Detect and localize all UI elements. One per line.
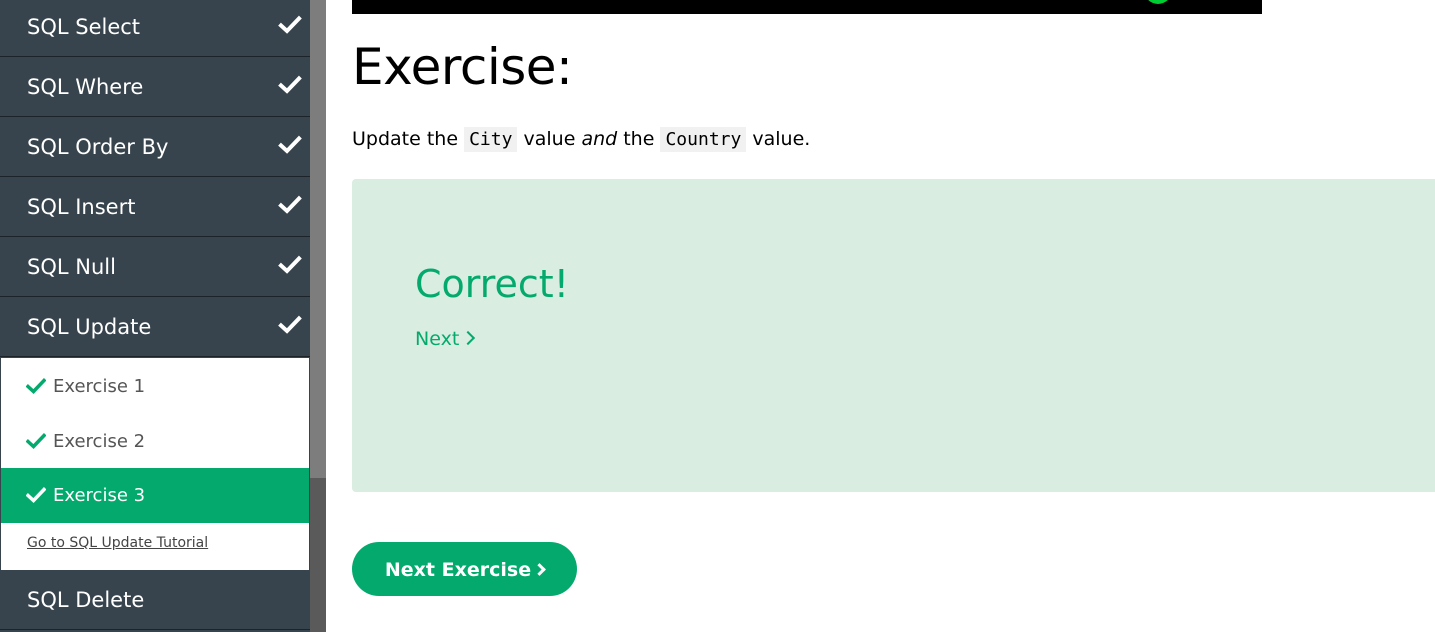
sidebar-item-label: SQL Update: [27, 315, 152, 339]
check-icon: [278, 195, 302, 214]
sidebar-item-label: SQL Delete: [27, 588, 145, 612]
sidebar-item-sql-select[interactable]: SQL Select: [0, 0, 310, 57]
scrollbar-thumb[interactable]: [310, 478, 326, 632]
sidebar-item-label: SQL Insert: [27, 195, 136, 219]
sidebar-item-label: SQL Null: [27, 255, 116, 279]
exercise-label: Exercise 1: [53, 376, 146, 397]
exercise-instructions: Update the City value and the Country va…: [352, 127, 811, 152]
check-icon: [26, 487, 46, 503]
exercise-item-2[interactable]: Exercise 2: [1, 414, 309, 469]
sidebar-item-sql-null[interactable]: SQL Null: [0, 237, 310, 297]
check-icon: [26, 378, 46, 394]
next-link[interactable]: Next: [415, 328, 476, 350]
code-country: Country: [660, 127, 747, 152]
check-icon: [278, 135, 302, 154]
page-title: Exercise:: [352, 38, 573, 96]
sidebar: SQL Select SQL Where SQL Order By SQL In…: [0, 0, 310, 632]
instruction-text: the: [623, 128, 655, 150]
next-exercise-button[interactable]: Next Exercise: [352, 542, 577, 596]
sidebar-item-sql-delete[interactable]: SQL Delete: [0, 570, 310, 630]
exercise-label: Exercise 3: [53, 485, 146, 506]
tutorial-link[interactable]: Go to SQL Update Tutorial: [27, 535, 208, 551]
sidebar-scrollbar[interactable]: [310, 0, 326, 632]
check-icon: [278, 75, 302, 94]
top-banner: [352, 0, 1262, 14]
result-panel: [352, 179, 1435, 492]
exercise-list: Exercise 1 Exercise 2 Exercise 3 Go to S…: [1, 358, 309, 570]
chevron-right-icon: [461, 330, 476, 346]
sidebar-item-sql-order-by[interactable]: SQL Order By: [0, 117, 310, 177]
sidebar-item-sql-where[interactable]: SQL Where: [0, 57, 310, 117]
next-link-label: Next: [415, 328, 460, 350]
sidebar-item-label: SQL Order By: [27, 135, 169, 159]
exercise-label: Exercise 2: [53, 431, 146, 452]
sidebar-item-sql-insert[interactable]: SQL Insert: [0, 177, 310, 237]
exercise-item-3[interactable]: Exercise 3: [1, 468, 309, 523]
sidebar-item-label: SQL Where: [27, 75, 144, 99]
code-city: City: [464, 127, 518, 152]
instruction-emphasis: and: [581, 128, 618, 150]
check-icon: [278, 255, 302, 274]
chevron-right-icon: [533, 563, 546, 576]
check-icon: [278, 315, 302, 334]
sidebar-item-sql-update[interactable]: SQL Update: [0, 297, 310, 357]
instruction-text: value.: [752, 128, 811, 150]
result-message: Correct!: [415, 262, 569, 306]
sidebar-item-label: SQL Select: [27, 15, 141, 39]
check-icon: [26, 433, 46, 449]
next-exercise-label: Next Exercise: [384, 559, 532, 581]
instruction-text: Update the: [352, 128, 459, 150]
check-icon: [278, 15, 302, 34]
exercise-item-1[interactable]: Exercise 1: [1, 359, 309, 414]
instruction-text: value: [523, 128, 576, 150]
